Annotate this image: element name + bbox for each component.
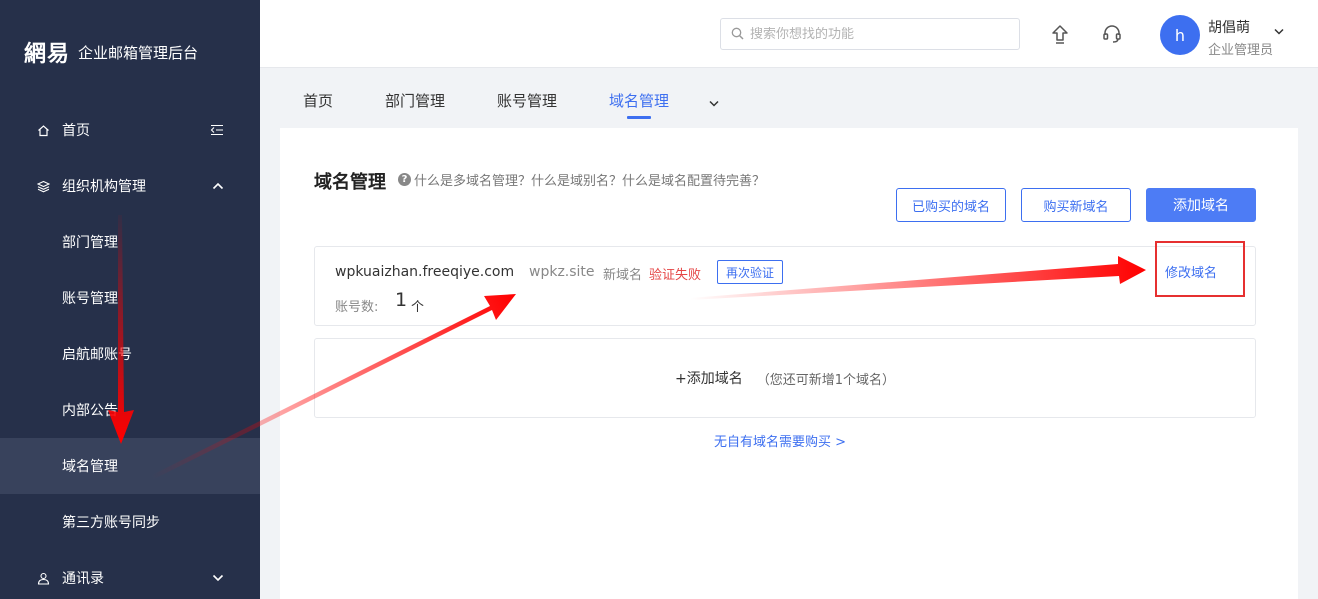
purchased-domains-button[interactable]: 已购买的域名	[896, 188, 1006, 222]
sidebar-item-domains[interactable]: 域名管理	[0, 438, 260, 494]
sidebar-item-label: 部门管理	[62, 235, 118, 251]
domain-status: 新域名	[603, 268, 643, 283]
tab-accounts[interactable]: 账号管理	[497, 90, 557, 116]
buy-new-domain-button[interactable]: 购买新域名	[1021, 188, 1131, 222]
page-title: 域名管理	[314, 172, 386, 193]
brand: 網易 企业邮箱管理后台	[24, 36, 198, 68]
tab-departments[interactable]: 部门管理	[385, 90, 445, 116]
annotation-highlight-box	[1155, 241, 1245, 297]
sidebar-item-label: 内部公告	[62, 403, 118, 419]
avatar[interactable]: h	[1160, 15, 1200, 55]
buy-domain-link[interactable]: 无自有域名需要购买 >	[714, 431, 846, 450]
sidebar-item-third-party-sync[interactable]: 第三方账号同步	[0, 494, 260, 550]
user-name[interactable]: 胡倡萌	[1208, 17, 1250, 37]
sidebar-nav: 首页 组织机构管理 部门管理 账号管理 启航邮账号 内部公告 域名管理 第三方账…	[0, 102, 260, 599]
page-tabs: 首页 部门管理 账号管理 域名管理	[303, 90, 719, 119]
search-icon	[731, 25, 744, 44]
sidebar-item-accounts[interactable]: 账号管理	[0, 270, 260, 326]
tab-home[interactable]: 首页	[303, 90, 333, 116]
sidebar-item-contacts[interactable]: 通讯录	[0, 550, 260, 599]
domain-alias: wpkz.site	[529, 264, 595, 280]
account-count: 1	[395, 289, 408, 311]
tab-domains[interactable]: 域名管理	[609, 90, 669, 119]
add-domain-button[interactable]: 添加域名	[1146, 188, 1256, 222]
search-box[interactable]	[720, 18, 1020, 50]
upload-icon[interactable]	[1050, 24, 1070, 44]
home-icon	[36, 123, 50, 137]
headset-icon[interactable]	[1102, 24, 1122, 44]
chevron-down-icon	[212, 574, 224, 582]
domain-card: wpkuaizhan.freeqiye.com wpkz.site 新域名 验证…	[314, 246, 1256, 326]
add-domain-label: +添加域名	[674, 371, 743, 387]
sidebar-item-departments[interactable]: 部门管理	[0, 214, 260, 270]
brand-title: 企业邮箱管理后台	[78, 43, 199, 62]
sidebar-item-label: 第三方账号同步	[62, 515, 160, 531]
help-link[interactable]: ? 什么是多域名管理？什么是域别名？什么是域名配置待完善？	[398, 170, 765, 189]
main-panel: 域名管理 ? 什么是多域名管理？什么是域别名？什么是域名配置待完善？ 已购买的域…	[280, 128, 1298, 599]
sidebar-item-organization[interactable]: 组织机构管理	[0, 158, 260, 214]
top-header: h 胡倡萌 企业管理员	[260, 0, 1318, 68]
sidebar-item-label: 首页	[62, 123, 90, 139]
reverify-button[interactable]: 再次验证	[717, 260, 784, 284]
domain-name: wpkuaizhan.freeqiye.com	[335, 264, 515, 280]
collapse-menu-icon[interactable]	[210, 124, 224, 136]
chevron-down-icon[interactable]	[1274, 20, 1284, 39]
verification-failed-badge: 验证失败	[649, 268, 702, 283]
sidebar: 網易 企业邮箱管理后台 首页 组织机构管理 部门管理 账号管理 启航邮账号 内部…	[0, 0, 260, 599]
add-domain-card[interactable]: +添加域名 （您还可新增1个域名）	[314, 338, 1256, 418]
account-count-label: 账号数:	[335, 300, 379, 315]
help-text: 什么是多域名管理？什么是域别名？什么是域名配置待完善？	[414, 174, 766, 189]
user-icon	[36, 571, 50, 585]
sidebar-item-announcements[interactable]: 内部公告	[0, 382, 260, 438]
question-icon: ?	[398, 173, 411, 186]
sidebar-item-label: 账号管理	[62, 291, 118, 307]
user-role: 企业管理员	[1208, 43, 1274, 58]
sidebar-item-home[interactable]: 首页	[0, 102, 260, 158]
brand-logo: 網易	[24, 41, 71, 67]
sidebar-item-qihang-accounts[interactable]: 启航邮账号	[0, 326, 260, 382]
sidebar-item-label: 域名管理	[62, 459, 118, 475]
chevron-up-icon	[212, 182, 224, 190]
layers-icon	[36, 179, 50, 193]
chevron-down-icon[interactable]	[709, 100, 719, 107]
sidebar-item-label: 启航邮账号	[62, 347, 132, 363]
sidebar-item-label: 组织机构管理	[62, 179, 146, 195]
sidebar-item-label: 通讯录	[62, 571, 104, 587]
add-domain-hint: （您还可新增1个域名）	[756, 372, 895, 388]
account-count-unit: 个	[411, 300, 425, 315]
search-input[interactable]	[750, 26, 1010, 42]
